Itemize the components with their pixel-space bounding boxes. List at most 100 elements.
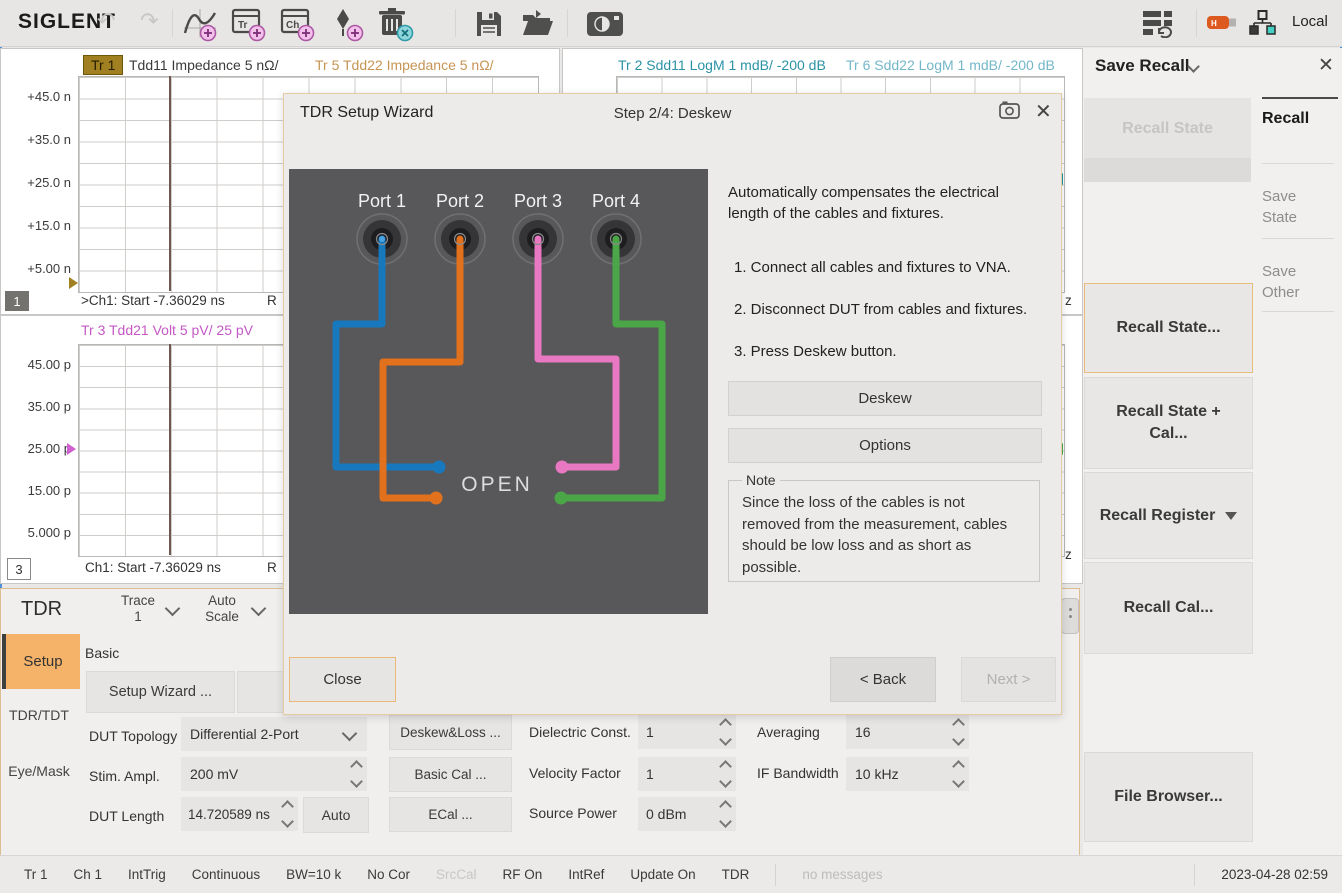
- window-layout-icon[interactable]: [1140, 8, 1182, 38]
- status-divider: [775, 864, 776, 886]
- trace2-label[interactable]: Tr 2 Sdd11 LogM 1 mdB/ -200 dB: [618, 57, 826, 73]
- velocity-factor-value: 1: [638, 766, 654, 782]
- add-trace-math-icon[interactable]: [181, 6, 219, 42]
- port-connection-diagram: Port 1 Port 2 Port 3 Port 4: [289, 169, 708, 614]
- trace-selector[interactable]: Trace 1: [116, 593, 160, 625]
- velocity-factor-input[interactable]: 1: [638, 757, 736, 791]
- ecal-button[interactable]: ECal ...: [389, 797, 512, 832]
- back-button[interactable]: < Back: [830, 657, 936, 702]
- tab-tdr-tdt[interactable]: TDR/TDT: [2, 707, 76, 723]
- sidebar-close-icon[interactable]: ✕: [1318, 54, 1334, 77]
- stim-ampl-spinner[interactable]: [352, 762, 361, 786]
- vna-screen: SIGLENT ↶ ↷ Tr Ch: [0, 0, 1342, 893]
- tab-recall[interactable]: Recall: [1262, 110, 1309, 128]
- port2-label: Port 2: [436, 191, 484, 211]
- source-power-input[interactable]: 0 dBm: [638, 797, 736, 831]
- autoscale-chevron-icon[interactable]: [251, 601, 267, 617]
- averaging-spinner[interactable]: [954, 720, 963, 744]
- status-rf[interactable]: RF On: [503, 867, 543, 882]
- trace6-label[interactable]: Tr 6 Sdd22 LogM 1 mdB/ -200 dB: [846, 57, 1055, 73]
- trace5-label[interactable]: Tr 5 Tdd22 Impedance 5 nΩ/: [315, 57, 494, 73]
- trace1-active-badge[interactable]: Tr 1: [83, 55, 123, 75]
- averaging-input[interactable]: 16: [846, 715, 969, 749]
- active-tab-indicator: [1262, 97, 1338, 99]
- trace3-label[interactable]: Tr 3 Tdd21 Volt 5 pV/ 25 pV: [81, 322, 253, 338]
- recall-register-dropdown-icon: [1225, 512, 1237, 520]
- tab-eye-mask[interactable]: Eye/Mask: [2, 763, 76, 779]
- add-marker-icon[interactable]: [328, 6, 366, 42]
- recall-cal-button[interactable]: Recall Cal...: [1084, 562, 1253, 654]
- recall-register-button[interactable]: Recall Register: [1084, 472, 1253, 559]
- chart1-ytick: +35.0 n: [13, 132, 71, 147]
- dut-topology-dropdown[interactable]: Differential 2-Port: [181, 717, 367, 751]
- svg-text:Ch: Ch: [286, 20, 299, 31]
- trace1-reference-marker[interactable]: [69, 277, 78, 289]
- file-browser-button[interactable]: File Browser...: [1084, 752, 1253, 842]
- source-power-spinner[interactable]: [721, 802, 730, 826]
- options-button[interactable]: Options: [728, 428, 1042, 463]
- status-channel[interactable]: Ch 1: [74, 867, 103, 882]
- next-button[interactable]: Next >: [961, 657, 1056, 702]
- chart3-ytick: 25.00 p: [13, 441, 71, 456]
- if-bandwidth-input[interactable]: 10 kHz: [846, 757, 969, 791]
- setup-wizard-button[interactable]: Setup Wizard ...: [86, 671, 235, 713]
- close-button[interactable]: Close: [289, 657, 396, 702]
- dielectric-spinner[interactable]: [721, 720, 730, 744]
- dut-length-auto-button[interactable]: Auto: [303, 797, 369, 833]
- tab-setup[interactable]: Setup: [2, 634, 80, 689]
- lan-network-icon[interactable]: [1248, 9, 1276, 37]
- undo-icon[interactable]: ↶: [97, 8, 115, 34]
- dut-topology-value: Differential 2-Port: [181, 726, 299, 742]
- chart3-footer[interactable]: Ch1: Start -7.36029 ns: [85, 560, 221, 575]
- dialog-screenshot-icon[interactable]: [998, 101, 1022, 121]
- delete-icon[interactable]: [376, 6, 416, 42]
- status-sweep-mode[interactable]: Continuous: [192, 867, 260, 882]
- status-trace[interactable]: Tr 1: [24, 867, 48, 882]
- svg-text:H: H: [1211, 19, 1217, 28]
- partially-hidden-button[interactable]: [237, 671, 286, 713]
- if-bandwidth-spinner[interactable]: [954, 762, 963, 786]
- dut-length-spinner[interactable]: [283, 802, 292, 826]
- deskew-button[interactable]: Deskew: [728, 381, 1042, 416]
- dut-topology-label: DUT Topology: [89, 728, 177, 744]
- dielectric-const-value: 1: [638, 724, 654, 740]
- chart1-channel-badge: 1: [5, 291, 29, 311]
- status-srccal: SrcCal: [436, 867, 477, 882]
- status-correction[interactable]: No Cor: [367, 867, 410, 882]
- status-trigger[interactable]: IntTrig: [128, 867, 166, 882]
- autoscale-selector[interactable]: Auto Scale: [198, 593, 246, 625]
- stim-ampl-input[interactable]: 200 mV: [181, 757, 367, 791]
- local-remote-label[interactable]: Local: [1292, 13, 1328, 30]
- open-file-icon[interactable]: [520, 8, 556, 38]
- redo-icon[interactable]: ↷: [140, 8, 158, 34]
- chart3-footer-right: R: [267, 560, 277, 575]
- save-icon[interactable]: [473, 8, 505, 38]
- usb-device-icon[interactable]: H: [1205, 12, 1239, 34]
- trace3-reference-marker[interactable]: [67, 443, 76, 455]
- trace1-label[interactable]: Tdd11 Impedance 5 nΩ/: [129, 57, 279, 73]
- chart3-channel-badge: 3: [7, 558, 31, 580]
- recall-state-cal-button[interactable]: Recall State + Cal...: [1084, 377, 1253, 469]
- dielectric-const-input[interactable]: 1: [638, 715, 736, 749]
- add-trace-icon[interactable]: Tr: [230, 6, 268, 42]
- add-channel-icon[interactable]: Ch: [279, 6, 317, 42]
- status-mode[interactable]: TDR: [722, 867, 750, 882]
- status-bandwidth[interactable]: BW=10 k: [286, 867, 341, 882]
- tab-save-state[interactable]: Save State: [1262, 186, 1314, 228]
- toolbar-divider: [455, 9, 456, 37]
- recall-state-button[interactable]: Recall State...: [1084, 283, 1253, 373]
- tab-divider: [1262, 163, 1334, 164]
- panel-splitter-handle[interactable]: [1061, 598, 1079, 634]
- trace-selector-chevron-icon[interactable]: [165, 601, 181, 617]
- sidebar-title[interactable]: Save Recall: [1095, 56, 1190, 76]
- deskew-loss-button[interactable]: Deskew&Loss ...: [389, 715, 512, 750]
- status-update[interactable]: Update On: [630, 867, 695, 882]
- basic-cal-button[interactable]: Basic Cal ...: [389, 757, 512, 792]
- chart1-footer[interactable]: >Ch1: Start -7.36029 ns: [81, 293, 225, 308]
- velocity-spinner[interactable]: [721, 762, 730, 786]
- status-reference[interactable]: IntRef: [568, 867, 604, 882]
- screenshot-icon[interactable]: [585, 8, 625, 38]
- tab-save-other[interactable]: Save Other: [1262, 261, 1314, 303]
- dialog-close-icon[interactable]: ✕: [1035, 99, 1052, 124]
- dut-length-input[interactable]: 14.720589 ns: [181, 797, 298, 831]
